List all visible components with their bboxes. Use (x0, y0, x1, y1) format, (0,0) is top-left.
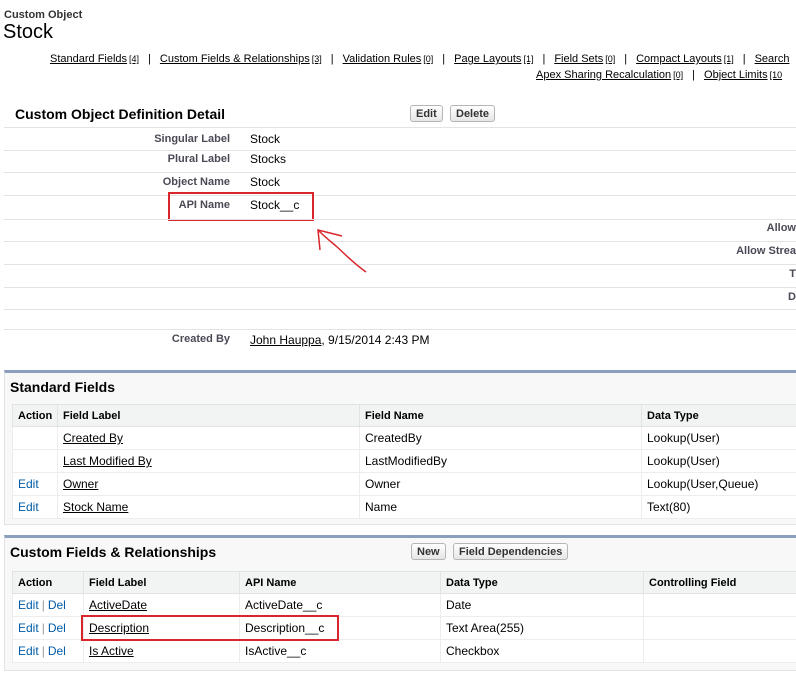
row-action (12, 449, 58, 473)
table-row: Created By CreatedBy Lookup(User) (12, 426, 796, 450)
data-type: Lookup(User,Queue) (641, 472, 796, 496)
data-type: Checkbox (440, 639, 644, 663)
field-name: Owner (359, 472, 642, 496)
del-link[interactable]: Del (48, 621, 66, 635)
column-header: Action (12, 571, 84, 594)
row-action (12, 426, 58, 450)
column-header: Data Type (641, 404, 796, 427)
table-row: Edit | Del Is Active IsActive__c Checkbox (12, 639, 796, 663)
field-label-link[interactable]: ActiveDate (89, 598, 147, 612)
custom-fields-title: Custom Fields & Relationships (10, 544, 217, 560)
field-name: Name (359, 495, 642, 519)
edit-link[interactable]: Edit (18, 477, 39, 491)
controlling-field (643, 639, 796, 663)
table-row: Edit Owner Owner Lookup(User,Queue) (12, 472, 796, 496)
standard-fields-table: Action Field Label Field Name Data Type … (12, 404, 796, 519)
table-row: Last Modified By LastModifiedBy Lookup(U… (12, 449, 796, 473)
field-label-link[interactable]: Is Active (89, 644, 134, 658)
standard-fields-title: Standard Fields (10, 379, 116, 395)
arrow-to-api-name (318, 230, 367, 273)
column-header: Data Type (440, 571, 644, 594)
edit-link[interactable]: Edit (18, 644, 39, 658)
data-type: Text(80) (641, 495, 796, 519)
table-row: Edit | Del ActiveDate ActiveDate__c Date (12, 593, 796, 617)
table-header-row: Action Field Label API Name Data Type Co… (12, 571, 796, 594)
field-label-link[interactable]: Last Modified By (63, 454, 152, 468)
api-name: IsActive__c (239, 639, 441, 663)
controlling-field (643, 593, 796, 617)
field-label-link[interactable]: Owner (63, 477, 98, 491)
new-field-button[interactable]: New (411, 543, 446, 560)
column-header: Controlling Field (643, 571, 796, 594)
field-label-link[interactable]: Created By (63, 431, 123, 445)
edit-link[interactable]: Edit (18, 598, 39, 612)
field-name: LastModifiedBy (359, 449, 642, 473)
column-header: Field Name (359, 404, 642, 427)
column-header: Field Label (83, 571, 240, 594)
edit-link[interactable]: Edit (18, 621, 39, 635)
api-name: ActiveDate__c (239, 593, 441, 617)
table-row: Edit Stock Name Name Text(80) (12, 495, 796, 519)
data-type: Text Area(255) (440, 616, 644, 640)
custom-fields-panel: Custom Fields & Relationships New Field … (4, 535, 796, 671)
column-header: Action (12, 404, 58, 427)
column-header: API Name (239, 571, 441, 594)
field-dependencies-button[interactable]: Field Dependencies (453, 543, 569, 560)
controlling-field (643, 616, 796, 640)
data-type: Date (440, 593, 644, 617)
highlight-box-description-row (81, 615, 339, 641)
column-header: Field Label (57, 404, 360, 427)
table-header-row: Action Field Label Field Name Data Type (12, 404, 796, 427)
data-type: Lookup(User) (641, 449, 796, 473)
field-label-link[interactable]: Stock Name (63, 500, 128, 514)
del-link[interactable]: Del (48, 644, 66, 658)
standard-fields-panel: Standard Fields Action Field Label Field… (4, 370, 796, 525)
edit-link[interactable]: Edit (18, 500, 39, 514)
field-name: CreatedBy (359, 426, 642, 450)
del-link[interactable]: Del (48, 598, 66, 612)
data-type: Lookup(User) (641, 426, 796, 450)
